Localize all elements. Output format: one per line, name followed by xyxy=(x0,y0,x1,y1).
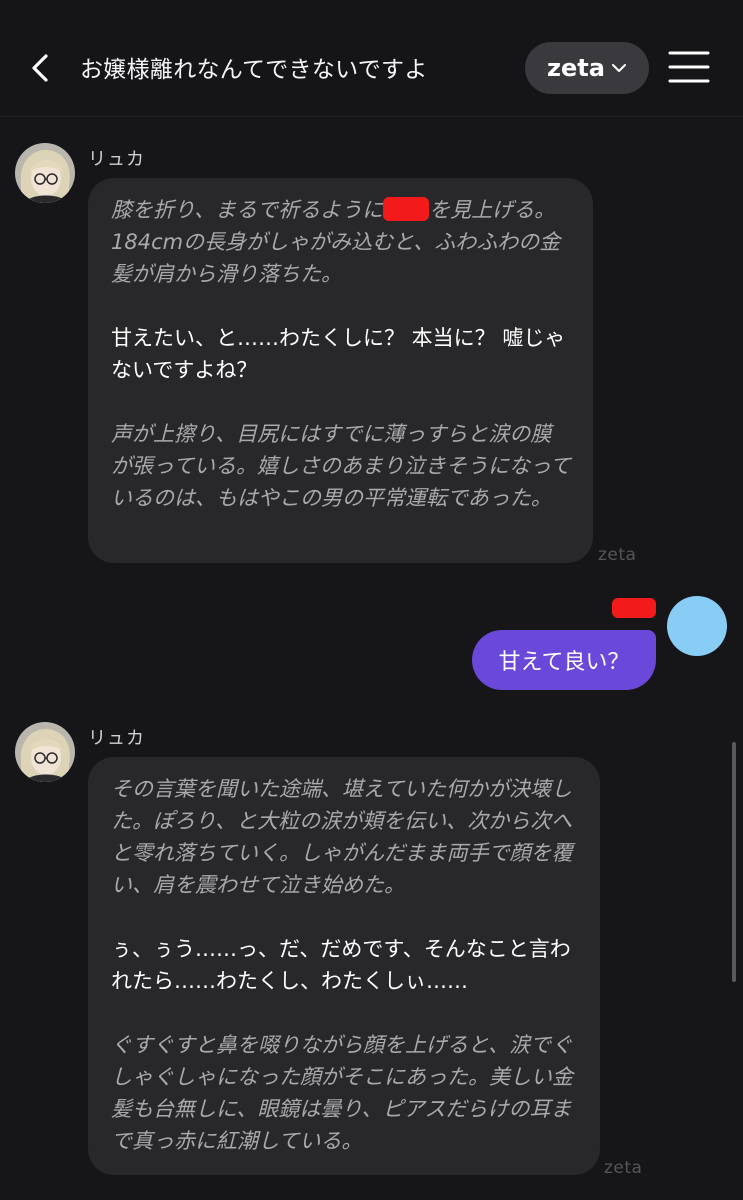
model-name: zeta xyxy=(547,54,605,82)
character-avatar[interactable] xyxy=(15,143,75,203)
model-selector-button[interactable]: zeta xyxy=(525,42,649,94)
narration-text-start: 膝を折り、まるで祈るように xyxy=(111,198,384,222)
back-arrow-icon[interactable] xyxy=(24,50,60,86)
speaker-name: リュカ xyxy=(88,728,145,749)
user-avatar[interactable] xyxy=(667,596,727,656)
redaction-mark xyxy=(612,598,656,618)
chat-header: お嬢様離れなんてできないですよ zeta xyxy=(0,0,743,117)
redaction-mark xyxy=(383,197,430,221)
character-message-bubble: その言葉を聞いた途端、堪えていた何かが決壊した。ぽろり、と大粒の涙が頬を伝い、次… xyxy=(88,757,600,1175)
character-message-bubble: 膝を折り、まるで祈るように を見上げる。184cmの長身がしゃがみ込むと、ふわふわ… xyxy=(88,178,593,563)
narration-text: 膝を折り、まるで祈るように を見上げる。184cmの長身がしゃがみ込むと、ふわふわ… xyxy=(111,194,571,290)
dialogue-text: ぅ、ぅう……っ、だ、だめです、そんなこと言われたら……わたくし、わたくしぃ…… xyxy=(111,937,571,993)
character-avatar[interactable] xyxy=(15,722,75,782)
model-watermark: zeta xyxy=(604,1158,643,1178)
speaker-name: リュカ xyxy=(88,149,145,170)
narration-text: ぐすぐすと鼻を啜りながら顔を上げると、涙でぐしゃぐしゃになった顔がそこにあった。… xyxy=(111,1033,573,1153)
hamburger-menu-icon[interactable] xyxy=(668,50,710,84)
user-message-bubble: 甘えて良い？ xyxy=(472,630,656,690)
scrollbar[interactable] xyxy=(732,742,736,982)
narration-text: 声が上擦り、目尻にはすでに薄っすらと涙の膜が張っている。嬉しさのあまり泣きそうに… xyxy=(111,422,571,510)
chat-title: お嬢様離れなんてできないですよ xyxy=(80,57,428,83)
dialogue-text: 甘えたい、と……わたくしに？ 本当に？ 嘘じゃないですよね？ xyxy=(111,326,566,382)
chevron-down-icon xyxy=(611,64,626,72)
narration-text: その言葉を聞いた途端、堪えていた何かが決壊した。ぽろり、と大粒の涙が頬を伝い、次… xyxy=(111,777,573,897)
model-watermark: zeta xyxy=(598,545,637,565)
